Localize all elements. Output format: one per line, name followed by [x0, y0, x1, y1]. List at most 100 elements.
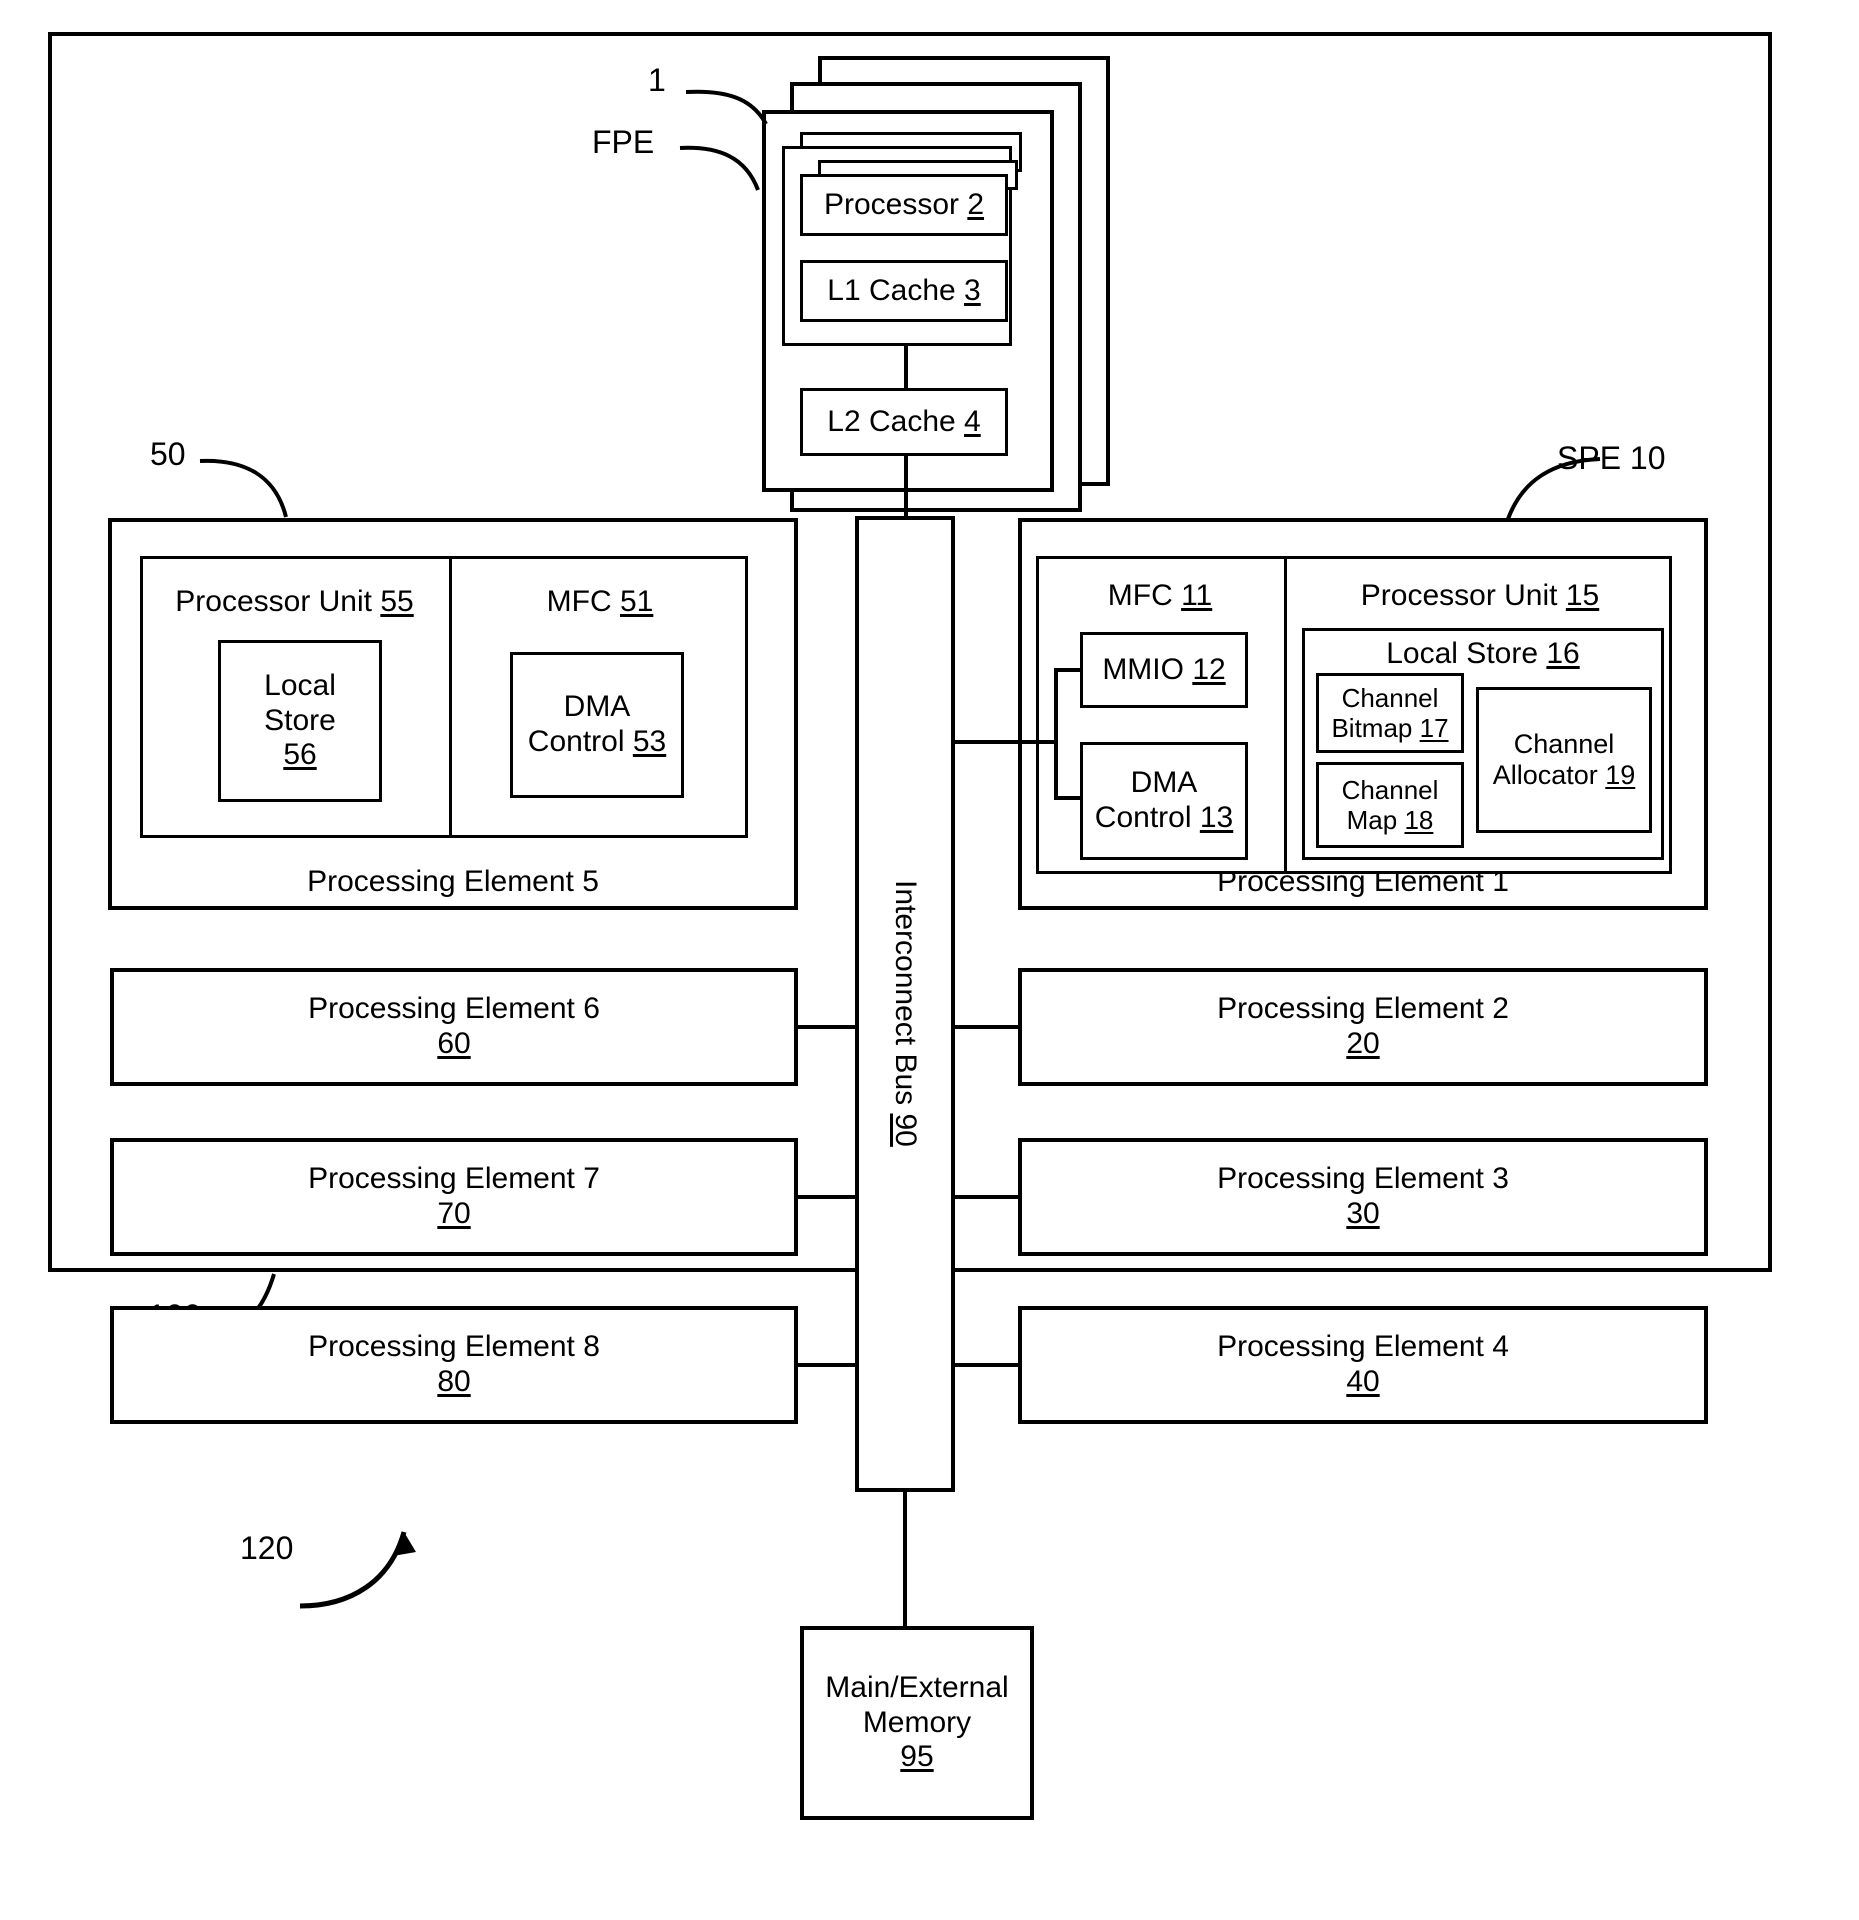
processing-element-8: Processing Element 8 80: [110, 1306, 798, 1424]
pe2-name: Processing Element 2: [1217, 992, 1509, 1026]
label-spe-10: SPE 10: [1557, 440, 1666, 476]
memory-line2: Memory: [862, 1705, 972, 1739]
pe1-channel-map-label: Channel Map 18: [1319, 765, 1461, 845]
processing-element-3: Processing Element 3 30: [1018, 1138, 1708, 1256]
connector-mfc11-to-mmio: [1054, 668, 1082, 672]
pe1-channel-allocator: Channel Allocator 19: [1476, 687, 1652, 833]
pe1-processor-unit-name: Processor Unit: [1360, 578, 1558, 612]
pe1-mmio-name: MMIO: [1102, 652, 1184, 686]
pe5-local-store: Local Store 56: [218, 640, 382, 802]
ref-120: 120: [240, 1530, 294, 1566]
connector-mfc11-vertical: [1054, 668, 1058, 744]
pe1-mfc-name: MFC: [1107, 578, 1173, 612]
l2-cache-label: L2 Cache 4: [803, 391, 1005, 453]
pe5-dma-num: 53: [632, 725, 667, 758]
interconnect-bus-label: Interconnect Bus 90: [888, 880, 922, 1147]
ref-1: 1: [648, 62, 666, 98]
pe4-name: Processing Element 4: [1217, 1330, 1509, 1364]
l2-cache-name: L2 Cache: [827, 404, 956, 438]
connector-pe6-to-bus: [794, 1025, 859, 1029]
connector-bus-to-pe2: [952, 1025, 1020, 1029]
pe5-processor-unit-num: 55: [380, 584, 414, 618]
pe1-dma-control: DMA Control 13: [1080, 742, 1248, 860]
pe1-mmio-label: MMIO 12: [1083, 635, 1245, 705]
pe4-num: 40: [1346, 1365, 1380, 1398]
pe1-channel-allocator-label: Channel Allocator 19: [1479, 690, 1649, 830]
l1-cache-box: L1 Cache 3: [800, 260, 1008, 322]
processor-label: Processor 2: [803, 177, 1005, 233]
pe1-local-store-name: Local Store: [1386, 637, 1539, 670]
pe1-channel-bitmap: Channel Bitmap 17: [1316, 673, 1464, 753]
label-fpe: FPE: [592, 124, 655, 160]
pe5-local-store-label: Local Store 56: [221, 643, 379, 799]
memory-line1: Main/External: [825, 1670, 1009, 1704]
pe5-footer-text: Processing Element 5: [307, 865, 599, 899]
processing-element-6: Processing Element 6 60: [110, 968, 798, 1086]
processor-name: Processor: [823, 187, 959, 221]
pe3-label: Processing Element 3 30: [1022, 1142, 1704, 1252]
l1-cache-num: 3: [964, 273, 981, 307]
pe1-processor-unit-label: Processor Unit 15: [1288, 576, 1672, 616]
connector-bus-to-pe4: [952, 1363, 1020, 1367]
memory-num: 95: [900, 1740, 934, 1774]
pe1-mmio: MMIO 12: [1080, 632, 1248, 708]
processing-element-4: Processing Element 4 40: [1018, 1306, 1708, 1424]
connector-mfc11-vertical-lower: [1054, 740, 1058, 798]
pe5-mfc-num: 51: [619, 584, 654, 618]
pe1-channel-bitmap-line1: Channel: [1341, 682, 1439, 713]
pe1-channel-allocator-line1: Channel: [1513, 728, 1615, 759]
pe8-num: 80: [437, 1365, 471, 1398]
pe5-dma-line1: DMA: [563, 690, 631, 724]
pe1-channel-bitmap-label: Channel Bitmap 17: [1319, 676, 1461, 750]
pe6-num: 60: [437, 1027, 471, 1060]
pe1-dma-line2: Control: [1094, 801, 1192, 834]
pe5-mfc-name: MFC: [546, 584, 612, 618]
l1-cache-name: L1 Cache: [827, 273, 956, 307]
pe1-processor-unit-num: 15: [1565, 578, 1600, 612]
bus-name: Interconnect Bus: [889, 880, 922, 1106]
pe5-dma-line2: Control: [527, 725, 625, 758]
main-external-memory: Main/External Memory 95: [800, 1626, 1034, 1820]
pe1-mmio-num: 12: [1192, 652, 1226, 686]
processing-element-7: Processing Element 7 70: [110, 1138, 798, 1256]
pe7-label: Processing Element 7 70: [114, 1142, 794, 1252]
pe6-label: Processing Element 6 60: [114, 972, 794, 1082]
ref-50: 50: [150, 436, 186, 472]
connector-bus-to-memory: [903, 1492, 907, 1626]
connector-mfc11-to-dma: [1054, 796, 1082, 800]
pe1-inner-divider: [1284, 556, 1287, 874]
pe7-num: 70: [437, 1197, 471, 1230]
processor-box: Processor 2: [800, 174, 1008, 236]
bus-num: 90: [889, 1113, 922, 1147]
processing-element-2: Processing Element 2 20: [1018, 968, 1708, 1086]
connector-bus-to-mfc11: [955, 740, 1054, 744]
connector-l1-to-l2: [904, 346, 908, 390]
pe1-channel-bitmap-num: 17: [1419, 713, 1449, 743]
pe3-num: 30: [1346, 1197, 1380, 1230]
connector-bus-to-pe3: [952, 1195, 1020, 1199]
l2-cache-box: L2 Cache 4: [800, 388, 1008, 456]
pe7-name: Processing Element 7: [308, 1162, 600, 1196]
pe8-name: Processing Element 8: [308, 1330, 600, 1364]
pe5-processor-unit-label: Processor Unit 55: [140, 582, 449, 622]
processor-num: 2: [967, 187, 985, 221]
pe5-mfc-label: MFC 51: [452, 582, 748, 622]
pe1-channel-map: Channel Map 18: [1316, 762, 1464, 848]
pe1-mfc-num: 11: [1181, 578, 1213, 612]
l2-cache-num: 4: [964, 404, 981, 438]
pe5-processor-unit-name: Processor Unit: [175, 584, 372, 618]
pe5-dma-control: DMA Control 53: [510, 652, 684, 798]
pe1-channel-bitmap-line2: Bitmap: [1331, 713, 1413, 743]
pe1-mfc-label: MFC 11: [1036, 576, 1284, 616]
pe6-name: Processing Element 6: [308, 992, 600, 1026]
pe1-channel-allocator-line2: Allocator: [1492, 760, 1598, 790]
memory-label: Main/External Memory 95: [804, 1630, 1030, 1816]
pe4-label: Processing Element 4 40: [1022, 1310, 1704, 1420]
connector-pe8-to-bus: [794, 1363, 859, 1367]
pe2-label: Processing Element 2 20: [1022, 972, 1704, 1082]
connector-fpe-to-bus: [904, 456, 908, 516]
pe1-channel-map-num: 18: [1404, 805, 1434, 835]
pe5-local-store-line2: Store: [264, 703, 336, 737]
pe2-num: 20: [1346, 1027, 1380, 1060]
pe1-dma-label: DMA Control 13: [1083, 745, 1245, 857]
